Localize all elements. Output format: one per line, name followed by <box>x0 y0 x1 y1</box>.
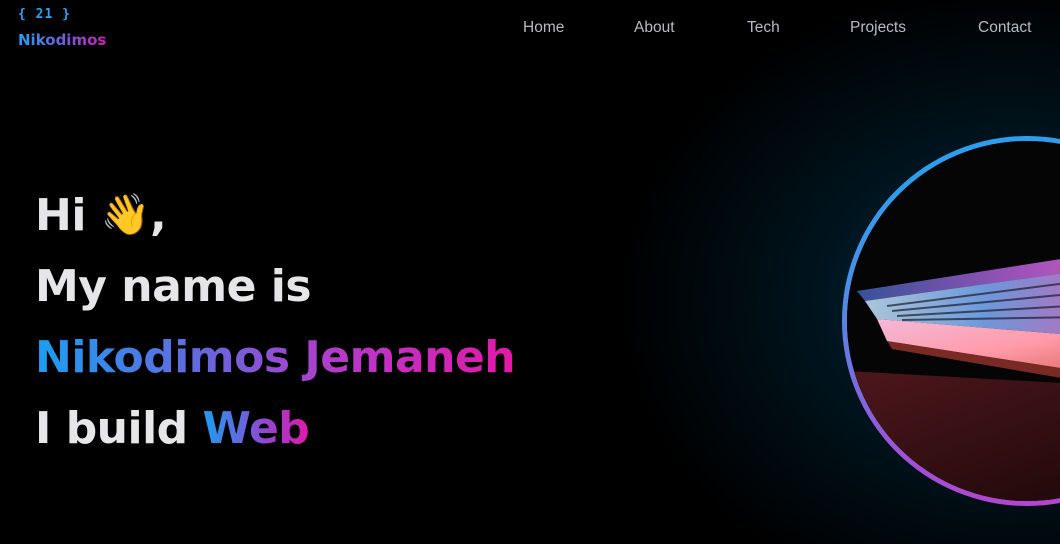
hero-build-prefix: I build <box>35 403 188 454</box>
hero-build-line: I build Web <box>35 393 515 464</box>
main-nav: Home About Tech Projects Contact <box>0 18 1060 42</box>
laptop-photo <box>847 141 1060 501</box>
nav-link-tech[interactable]: Tech <box>747 18 780 38</box>
hero-intro-line: My name is <box>35 261 312 312</box>
hero-name-line: Nikodimos Jemaneh <box>35 322 516 393</box>
page: { 21 } Nikodimos Home About Tech Project… <box>0 0 1060 544</box>
hero-build-highlight: Web <box>202 403 310 454</box>
hero-comma: , <box>150 190 167 241</box>
laptop-illustration <box>847 141 1060 501</box>
nav-link-about[interactable]: About <box>634 18 675 38</box>
hero-greeting-line: Hi 👋, <box>35 180 515 251</box>
nav-link-home[interactable]: Home <box>523 18 564 38</box>
profile-photo-ring <box>842 136 1060 506</box>
hero-name: Nikodimos Jemaneh <box>35 332 516 383</box>
hero-greeting: Hi <box>35 190 86 241</box>
nav-link-contact[interactable]: Contact <box>978 18 1031 38</box>
hero-heading: Hi 👋, My name is Nikodimos Jemaneh I bui… <box>35 180 516 464</box>
waving-hand-icon: 👋 <box>100 192 151 238</box>
nav-link-projects[interactable]: Projects <box>850 18 906 38</box>
